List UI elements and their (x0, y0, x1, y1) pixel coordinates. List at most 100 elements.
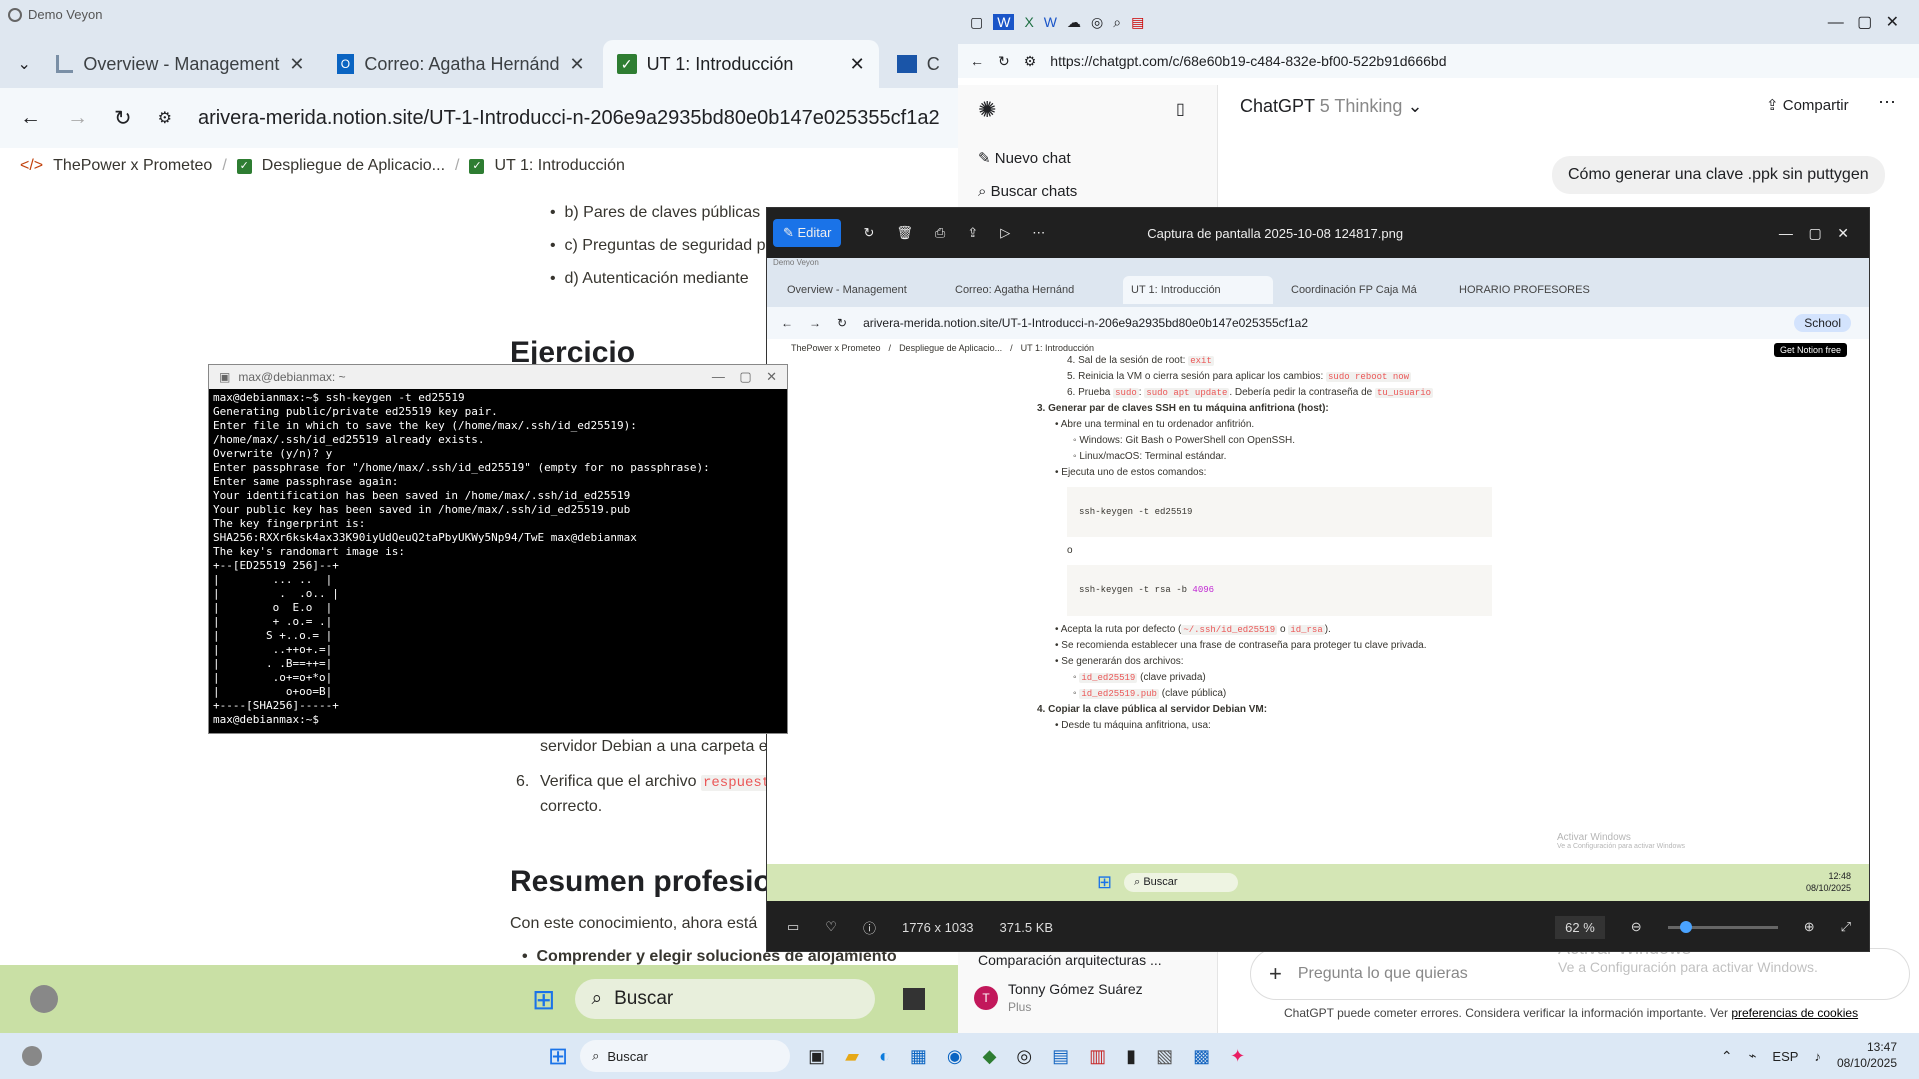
inner-tab: HORARIO PROFESORES (1459, 283, 1590, 296)
search-chats-button[interactable]: ⌕ Buscar chats (978, 183, 1077, 200)
forward-icon[interactable]: → (67, 106, 88, 130)
reload-icon[interactable]: ↻ (114, 106, 132, 131)
site-info-icon[interactable]: ⚙ (158, 108, 172, 128)
rotate-icon[interactable]: ↻ (863, 225, 874, 241)
reload-icon[interactable]: ↻ (998, 53, 1010, 70)
print-icon[interactable]: ⎙ (935, 225, 945, 241)
sheet-icon (896, 55, 917, 73)
tab-label: Overview - Management (83, 53, 280, 74)
tab-overview[interactable]: Overview - Management ✕ (42, 40, 318, 88)
close-icon[interactable]: ✕ (289, 54, 304, 75)
windows-start-icon[interactable]: ⊞ (532, 983, 555, 1016)
inner-window-title: Demo Veyon (767, 258, 1869, 272)
model-selector[interactable]: ChatGPT 5 Thinking ⌄ (1240, 96, 1423, 117)
zoom-slider[interactable] (1667, 920, 1778, 933)
app-icon[interactable]: ◆ (983, 1046, 997, 1067)
veyon-icon[interactable] (30, 985, 58, 1013)
store-icon[interactable]: ▦ (910, 1046, 927, 1067)
word-tab-icon[interactable]: W (1044, 14, 1057, 30)
filmstrip-icon[interactable]: ▭ (787, 919, 799, 935)
close-icon[interactable]: ✕ (850, 54, 865, 75)
terminal-output[interactable]: max@debianmax:~$ ssh-keygen -t ed25519 G… (209, 389, 787, 729)
tab-list-chevron-icon[interactable]: ⌄ (10, 40, 38, 88)
breadcrumb-item[interactable]: UT 1: Introducción (494, 157, 624, 175)
window-controls[interactable]: — ▢ ✕ (712, 369, 777, 385)
breadcrumb: </> ThePower x Prometeo / ✓ Despliegue d… (20, 157, 625, 175)
breadcrumb-item[interactable]: ThePower x Prometeo (53, 157, 212, 175)
school-badge: School (1794, 314, 1851, 332)
recent-chat-item[interactable]: Comparación arquitecturas ... (978, 952, 1162, 968)
back-icon[interactable]: ← (20, 106, 41, 130)
word-tab-icon[interactable]: W (993, 14, 1015, 30)
user-profile[interactable]: T Tonny Gómez Suárez Plus (974, 981, 1143, 1015)
app-icon[interactable]: ▥ (1089, 1046, 1106, 1067)
zoom-out-icon[interactable]: ⊖ (1631, 919, 1642, 935)
terminal-icon[interactable]: ▮ (1126, 1046, 1136, 1067)
pdf-tab-icon[interactable]: ▤ (1131, 14, 1144, 31)
window-controls[interactable]: — ▢ ✕ (1779, 225, 1849, 242)
back-icon[interactable]: ← (970, 53, 984, 69)
slideshow-icon[interactable]: ▷ (1000, 225, 1010, 241)
left-window-titlebar: Demo Veyon (0, 0, 960, 30)
more-options-icon[interactable]: ⋯ (1878, 92, 1896, 113)
veyon-master-icon[interactable]: ◎ (1016, 1046, 1032, 1067)
windows-start-icon[interactable]: ⊞ (548, 1042, 568, 1071)
add-icon[interactable]: + (1269, 961, 1282, 987)
tab-label: C (926, 53, 940, 74)
app-icon[interactable]: ▩ (1193, 1046, 1210, 1067)
user-plan: Plus (1008, 999, 1032, 1014)
more-icon[interactable]: ⋯ (1032, 225, 1045, 241)
outlook-icon[interactable]: ◉ (947, 1046, 963, 1067)
edge-icon[interactable]: ◐ (879, 1046, 890, 1067)
app-icon[interactable]: ▧ (1156, 1046, 1173, 1067)
clock[interactable]: 13:47 08/10/2025 (1837, 1040, 1897, 1071)
chatgpt-logo-icon[interactable]: ✺ (978, 97, 996, 123)
search-tab-icon[interactable]: ⌕ (1113, 14, 1121, 31)
zoom-select[interactable]: 62 % (1555, 915, 1605, 939)
app-icon[interactable]: ▤ (1052, 1046, 1069, 1067)
veyon-icon[interactable] (22, 1046, 42, 1066)
tab-c[interactable]: C (883, 40, 960, 88)
heading-resumen: Resumen profesio (510, 865, 772, 898)
left-url[interactable]: arivera-merida.notion.site/UT-1-Introduc… (198, 107, 940, 130)
taskbar-search[interactable]: ⌕ Buscar (580, 1040, 791, 1072)
right-tab-strip: ▢ W X W ☁ ◎ ⌕ ▤ — ▢ ✕ (958, 0, 1919, 44)
taskbar-search[interactable]: ⌕ Buscar (575, 979, 876, 1019)
step-text: correcto. (540, 798, 603, 815)
onedrive-tab-icon[interactable]: ☁ (1067, 14, 1081, 31)
new-chat-button[interactable]: ✎ Nuevo chat (978, 149, 1071, 167)
window-controls[interactable]: — ▢ ✕ (1828, 12, 1899, 32)
language-indicator[interactable]: ESP (1772, 1049, 1798, 1064)
tab-ut1[interactable]: ✓ UT 1: Introducción ✕ (602, 40, 879, 88)
tray-chevron-icon[interactable]: ⌃ (1721, 1048, 1733, 1065)
breadcrumb-item[interactable]: Despliegue de Aplicacio... (262, 157, 445, 175)
cookies-link[interactable]: preferencias de cookies (1731, 1006, 1858, 1020)
task-view-icon[interactable]: ▣ (808, 1046, 825, 1067)
inner-url: arivera-merida.notion.site/UT-1-Introduc… (863, 316, 1309, 330)
close-icon[interactable]: ✕ (570, 54, 585, 75)
inner-activate-watermark: Activar Windows Ve a Configuración para … (1557, 832, 1686, 850)
tab-correo[interactable]: O Correo: Agatha Hernánd ✕ (323, 40, 599, 88)
volume-icon[interactable]: ♪ (1814, 1049, 1821, 1064)
right-url[interactable]: https://chatgpt.com/c/68e60b19-c484-832e… (1050, 53, 1446, 69)
fullscreen-icon[interactable]: ⤢ (1841, 919, 1851, 935)
share-button[interactable]: ⇪ Compartir (1766, 96, 1849, 114)
file-explorer-icon[interactable]: ▰ (845, 1046, 859, 1067)
sidebar-toggle-icon[interactable]: ▯ (1176, 99, 1185, 119)
veyon-icon (8, 8, 22, 22)
task-view-icon[interactable] (903, 988, 926, 1010)
delete-icon[interactable]: 🗑 (896, 225, 913, 241)
zoom-in-icon[interactable]: ⊕ (1804, 919, 1815, 935)
checkbox-icon: ✓ (616, 54, 637, 74)
tab-actions-icon[interactable]: ▢ (970, 14, 983, 31)
excel-tab-icon[interactable]: X (1024, 14, 1033, 30)
globe-tab-icon[interactable]: ◎ (1091, 14, 1103, 31)
share-icon[interactable]: ⇪ (967, 225, 978, 241)
list-item: • d) Autenticación mediante (550, 270, 749, 287)
site-info-icon[interactable]: ⚙ (1024, 53, 1037, 70)
edit-button[interactable]: ✎ Editar (773, 219, 842, 247)
app-icon[interactable]: ✦ (1230, 1046, 1245, 1067)
network-icon[interactable]: ⌁ (1749, 1048, 1757, 1064)
favorite-icon[interactable]: ♡ (825, 919, 837, 935)
info-icon[interactable]: ⓘ (863, 918, 876, 937)
